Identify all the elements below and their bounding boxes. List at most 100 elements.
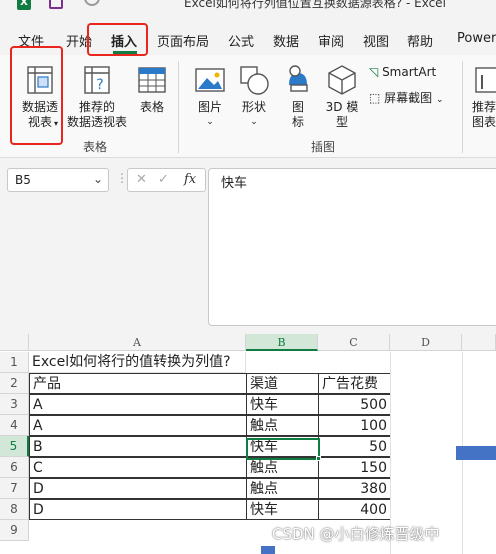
column-header-b[interactable]: B <box>246 334 318 351</box>
tab-view[interactable]: 视图 <box>363 31 389 50</box>
row-header[interactable]: 2 <box>0 373 29 394</box>
name-box-value: B5 <box>15 173 31 187</box>
smartart-button[interactable]: ◹ SmartArt <box>369 65 436 79</box>
column-header-e[interactable] <box>462 334 496 351</box>
table-cell[interactable]: 100 <box>318 415 391 436</box>
group-label-tables: 表格 <box>83 140 108 154</box>
table-cell[interactable]: B <box>29 436 247 457</box>
table-cell[interactable]: D <box>29 499 247 520</box>
row-header[interactable]: 9 <box>0 520 29 541</box>
insert-function-icon[interactable]: fx <box>184 172 196 187</box>
formula-buttons: ✕ ✓ fx <box>127 168 206 192</box>
tab-help[interactable]: 帮助 <box>407 31 433 50</box>
column-header-c[interactable]: C <box>318 334 390 351</box>
table-cell[interactable]: 400 <box>318 499 391 520</box>
tab-page-layout[interactable]: 页面布局 <box>157 31 209 50</box>
icons-button[interactable]: 图 标 <box>280 63 316 130</box>
pivot-table-button[interactable]: 数据透 视表 ▾ <box>14 63 66 130</box>
excel-logo-icon: X <box>17 0 31 10</box>
row-header[interactable]: 8 <box>0 499 29 520</box>
recommended-pivot-tables-button[interactable]: ? 推荐的 数据透视表 <box>64 63 130 130</box>
recommended-charts-button[interactable]: 推荐 图表 <box>472 63 496 130</box>
chevron-down-icon[interactable]: ⌄ <box>93 172 103 186</box>
ribbon: 数据透 视表 ▾ ? 推荐的 数据透视表 表格 表格 图片 ⌄ 形状 ⌄ 图 标… <box>0 55 496 158</box>
table-cell[interactable]: 触点 <box>246 415 319 436</box>
table-cell[interactable]: 150 <box>318 457 391 478</box>
name-box[interactable]: B5 ⌄ <box>7 168 109 192</box>
table-cell[interactable]: C <box>29 457 247 478</box>
table-cell[interactable]: 触点 <box>246 478 319 499</box>
3d-models-label-1: 3D 模 <box>325 100 359 114</box>
chart-bar-shape[interactable] <box>456 446 496 460</box>
row-header[interactable]: 4 <box>0 415 29 436</box>
undo-icon[interactable] <box>84 0 100 6</box>
tab-file[interactable]: 文件 <box>18 31 44 50</box>
tab-review[interactable]: 审阅 <box>318 31 344 50</box>
recommended-pivot-label-2: 数据透视表 <box>66 115 127 129</box>
formula-input[interactable]: 快车 <box>208 168 496 326</box>
pivot-table-icon <box>27 66 53 94</box>
cell-a2[interactable]: 产品 <box>29 373 247 394</box>
icons-icon <box>289 65 308 92</box>
cell-c2[interactable]: 广告花费 <box>318 373 391 394</box>
row-header[interactable]: 5 <box>0 436 29 457</box>
recommended-charts-label-1: 推荐 <box>472 100 496 114</box>
column-header-d[interactable]: D <box>390 334 462 351</box>
table-cell[interactable]: D <box>29 478 247 499</box>
3d-models-label-2: 型 <box>335 115 348 129</box>
chart-bar-shape[interactable] <box>261 546 275 554</box>
svg-text:?: ? <box>96 77 103 93</box>
screenshot-button[interactable]: ⬚ 屏幕截图 ⌄ <box>369 89 444 106</box>
watermark: CSDN @小白修炼晋级中 <box>272 525 440 543</box>
active-tab-indicator <box>113 51 137 54</box>
screenshot-icon: ⬚ <box>369 91 381 105</box>
pictures-icon <box>195 68 225 92</box>
cell-a1[interactable]: Excel如何将行的值转换为列值? <box>29 352 246 373</box>
group-separator <box>178 61 179 153</box>
tab-data[interactable]: 数据 <box>273 31 299 50</box>
tab-power[interactable]: Power <box>457 31 496 46</box>
save-icon[interactable] <box>49 0 63 9</box>
table-cell[interactable]: 50 <box>318 436 391 457</box>
shapes-icon <box>240 66 269 95</box>
table-cell[interactable]: A <box>29 394 247 415</box>
tab-home[interactable]: 开始 <box>66 31 92 50</box>
smartart-label: SmartArt <box>382 65 437 79</box>
recommended-pivot-icon: ? <box>84 66 110 94</box>
select-all-corner[interactable] <box>0 334 29 351</box>
table-button[interactable]: 表格 <box>133 63 171 115</box>
row-header[interactable]: 3 <box>0 394 29 415</box>
table-cell[interactable]: 快车 <box>246 436 319 457</box>
cube-icon <box>328 65 356 95</box>
recommended-charts-label-2: 图表 <box>472 115 496 129</box>
tab-formulas[interactable]: 公式 <box>228 31 254 50</box>
fill-handle[interactable] <box>316 456 321 461</box>
group-label-illustrations: 插图 <box>311 140 336 154</box>
tab-insert[interactable]: 插入 <box>111 31 137 50</box>
shapes-button[interactable]: 形状 ⌄ <box>234 63 274 130</box>
chevron-down-icon: ⌄ <box>206 117 214 127</box>
screenshot-label: 屏幕截图 <box>384 91 433 105</box>
enter-icon[interactable]: ✓ <box>158 172 169 187</box>
row-header[interactable]: 7 <box>0 478 29 499</box>
cell-b2[interactable]: 渠道 <box>246 373 319 394</box>
table-cell[interactable]: A <box>29 415 247 436</box>
table-icon <box>138 67 166 93</box>
column-header-a[interactable]: A <box>29 334 246 351</box>
table-cell[interactable]: 触点 <box>246 457 319 478</box>
table-cell[interactable]: 380 <box>318 478 391 499</box>
icons-label-2: 标 <box>291 115 304 129</box>
cancel-icon[interactable]: ✕ <box>136 172 147 187</box>
3d-models-button[interactable]: 3D 模 型 <box>322 63 362 130</box>
worksheet-grid[interactable]: A B C D 1 2 3 4 5 6 7 8 9 Excel如何将行的值转换为… <box>0 334 496 554</box>
table-cell[interactable]: 快车 <box>246 394 319 415</box>
row-header[interactable]: 1 <box>0 352 29 373</box>
pictures-label: 图片 <box>197 100 222 114</box>
row-header[interactable]: 6 <box>0 457 29 478</box>
chevron-down-icon: ▾ <box>54 119 59 128</box>
table-cell[interactable]: 500 <box>318 394 391 415</box>
table-cell[interactable]: 快车 <box>246 499 319 520</box>
group-separator <box>462 61 463 153</box>
pictures-button[interactable]: 图片 ⌄ <box>190 63 230 130</box>
shapes-label: 形状 <box>241 100 266 114</box>
